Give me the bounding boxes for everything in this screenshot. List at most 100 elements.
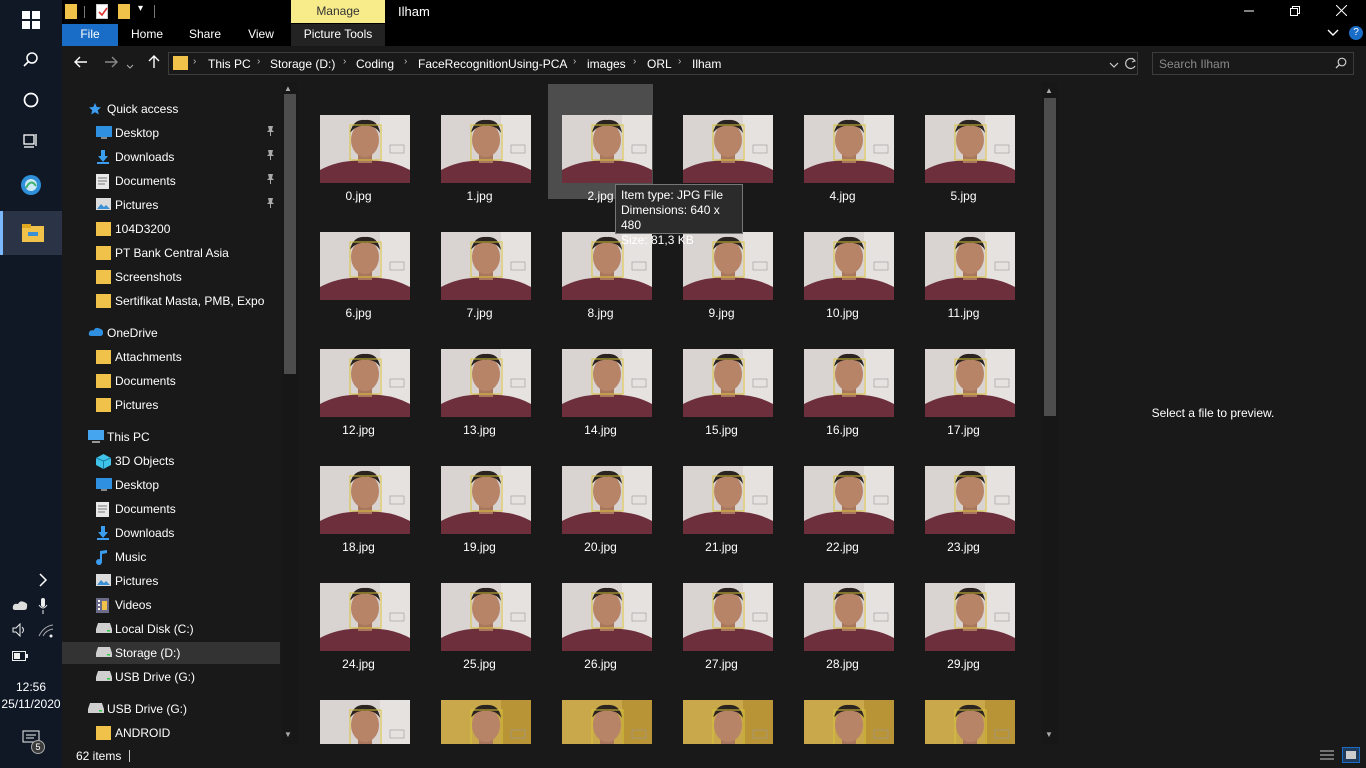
- microphone-icon[interactable]: [38, 598, 48, 617]
- nav-item-od-documents[interactable]: Documents: [62, 370, 280, 392]
- properties-icon[interactable]: [96, 4, 108, 19]
- content-scrollbar-thumb[interactable]: [1044, 98, 1056, 416]
- new-folder-icon[interactable]: [118, 4, 130, 19]
- file-item[interactable]: 4.jpg: [790, 84, 895, 203]
- nav-item-music[interactable]: Music: [62, 546, 280, 568]
- breadcrumb-ilham[interactable]: Ilham: [692, 57, 721, 71]
- pin-icon[interactable]: [266, 126, 275, 139]
- file-item[interactable]: [548, 669, 653, 744]
- breadcrumb-separator-icon[interactable]: ›: [257, 56, 260, 67]
- file-item[interactable]: 15.jpg: [669, 318, 774, 437]
- file-item[interactable]: 7.jpg: [427, 201, 532, 320]
- file-item[interactable]: [306, 669, 411, 744]
- breadcrumb-this-pc[interactable]: This PC: [208, 57, 251, 71]
- search-icon[interactable]: [1335, 57, 1347, 72]
- file-item[interactable]: 28.jpg: [790, 552, 895, 671]
- file-item[interactable]: 16.jpg: [790, 318, 895, 437]
- scroll-down-icon[interactable]: ▼: [1045, 730, 1053, 739]
- tab-home[interactable]: Home: [124, 24, 170, 46]
- file-item[interactable]: 24.jpg: [306, 552, 411, 671]
- nav-item-pc-documents[interactable]: Documents: [62, 498, 280, 520]
- breadcrumb-separator-icon[interactable]: ›: [193, 56, 196, 67]
- nav-item-downloads[interactable]: Downloads: [62, 146, 280, 168]
- nav-item-documents[interactable]: Documents: [62, 170, 280, 192]
- nav-item-pc-pictures[interactable]: Pictures: [62, 570, 280, 592]
- file-item[interactable]: 27.jpg: [669, 552, 774, 671]
- nav-item-104d3200[interactable]: 104D3200: [62, 218, 280, 240]
- breadcrumb-project[interactable]: FaceRecognitionUsing-PCA: [418, 57, 567, 71]
- start-button[interactable]: [0, 0, 62, 40]
- nav-usb-drive-g[interactable]: USB Drive (G:): [62, 698, 280, 720]
- battery-icon[interactable]: [12, 649, 28, 664]
- scroll-up-icon[interactable]: ▲: [284, 84, 292, 93]
- file-item[interactable]: 18.jpg: [306, 435, 411, 554]
- clock-date[interactable]: 25/11/2020: [0, 697, 62, 711]
- file-item[interactable]: 29.jpg: [911, 552, 1016, 671]
- refresh-button[interactable]: [1125, 56, 1137, 73]
- minimize-button[interactable]: [1226, 0, 1272, 24]
- manage-tab[interactable]: Manage: [291, 0, 385, 23]
- tab-picture-tools[interactable]: Picture Tools: [291, 24, 385, 46]
- file-item[interactable]: 17.jpg: [911, 318, 1016, 437]
- scroll-up-icon[interactable]: ▲: [1045, 86, 1053, 95]
- file-item[interactable]: [790, 669, 895, 744]
- close-button[interactable]: [1318, 0, 1364, 24]
- nav-item-videos[interactable]: Videos: [62, 594, 280, 616]
- breadcrumb-separator-icon[interactable]: ›: [343, 56, 346, 67]
- file-item[interactable]: 0.jpg: [306, 84, 411, 203]
- breadcrumb-coding[interactable]: Coding: [356, 57, 394, 71]
- breadcrumb-images[interactable]: images: [587, 57, 626, 71]
- address-history-button[interactable]: [1109, 58, 1119, 72]
- search-input[interactable]: [1159, 56, 1329, 71]
- details-view-button[interactable]: [1320, 749, 1334, 764]
- tab-file[interactable]: File: [62, 24, 118, 46]
- expand-ribbon-button[interactable]: [1327, 26, 1339, 40]
- tab-view[interactable]: View: [240, 24, 282, 46]
- forward-button[interactable]: [104, 55, 118, 72]
- file-item[interactable]: [427, 669, 532, 744]
- nav-item-screenshots[interactable]: Screenshots: [62, 266, 280, 288]
- nav-item-android[interactable]: ANDROID: [62, 722, 280, 744]
- taskbar-app-browser[interactable]: [0, 165, 62, 205]
- breadcrumb-separator-icon[interactable]: ›: [404, 56, 407, 67]
- nav-scrollbar-thumb[interactable]: [284, 94, 296, 374]
- file-item[interactable]: 1.jpg: [427, 84, 532, 203]
- file-item[interactable]: 10.jpg: [790, 201, 895, 320]
- nav-item-pictures[interactable]: Pictures: [62, 194, 280, 216]
- file-item[interactable]: 5.jpg: [911, 84, 1016, 203]
- nav-item-pc-desktop[interactable]: Desktop: [62, 474, 280, 496]
- pin-icon[interactable]: [266, 198, 275, 211]
- nav-item-desktop[interactable]: Desktop: [62, 122, 280, 144]
- volume-icon[interactable]: [12, 622, 28, 640]
- breadcrumb-separator-icon[interactable]: ›: [633, 56, 636, 67]
- nav-item-storage-d[interactable]: Storage (D:): [62, 642, 280, 664]
- onedrive-tray-icon[interactable]: [12, 599, 28, 614]
- nav-this-pc[interactable]: This PC: [62, 426, 280, 448]
- scroll-down-icon[interactable]: ▼: [284, 730, 292, 739]
- breadcrumb-separator-icon[interactable]: ›: [678, 56, 681, 67]
- file-item[interactable]: 19.jpg: [427, 435, 532, 554]
- tab-share[interactable]: Share: [182, 24, 228, 46]
- clock-time[interactable]: 12:56: [0, 680, 62, 694]
- nav-item-local-disk-c[interactable]: Local Disk (C:): [62, 618, 280, 640]
- nav-item-pt-bank[interactable]: PT Bank Central Asia: [62, 242, 280, 264]
- large-icons-view-button[interactable]: [1342, 747, 1360, 763]
- task-view-button[interactable]: [0, 120, 62, 160]
- file-item[interactable]: [669, 669, 774, 744]
- restore-button[interactable]: [1272, 0, 1318, 24]
- up-button[interactable]: [148, 55, 160, 73]
- nav-quick-access[interactable]: Quick access: [62, 98, 280, 120]
- file-item[interactable]: 6.jpg: [306, 201, 411, 320]
- file-item[interactable]: 13.jpg: [427, 318, 532, 437]
- file-item[interactable]: 3.jpg: [669, 84, 774, 203]
- nav-item-sertifikat[interactable]: Sertifikat Masta, PMB, Expo: [62, 290, 280, 312]
- file-item[interactable]: 25.jpg: [427, 552, 532, 671]
- help-button[interactable]: ?: [1349, 26, 1363, 40]
- file-item[interactable]: 20.jpg: [548, 435, 653, 554]
- nav-onedrive[interactable]: OneDrive: [62, 322, 280, 344]
- nav-item-attachments[interactable]: Attachments: [62, 346, 280, 368]
- file-item[interactable]: 11.jpg: [911, 201, 1016, 320]
- cortana-button[interactable]: [0, 80, 62, 120]
- file-item[interactable]: 12.jpg: [306, 318, 411, 437]
- nav-item-pc-downloads[interactable]: Downloads: [62, 522, 280, 544]
